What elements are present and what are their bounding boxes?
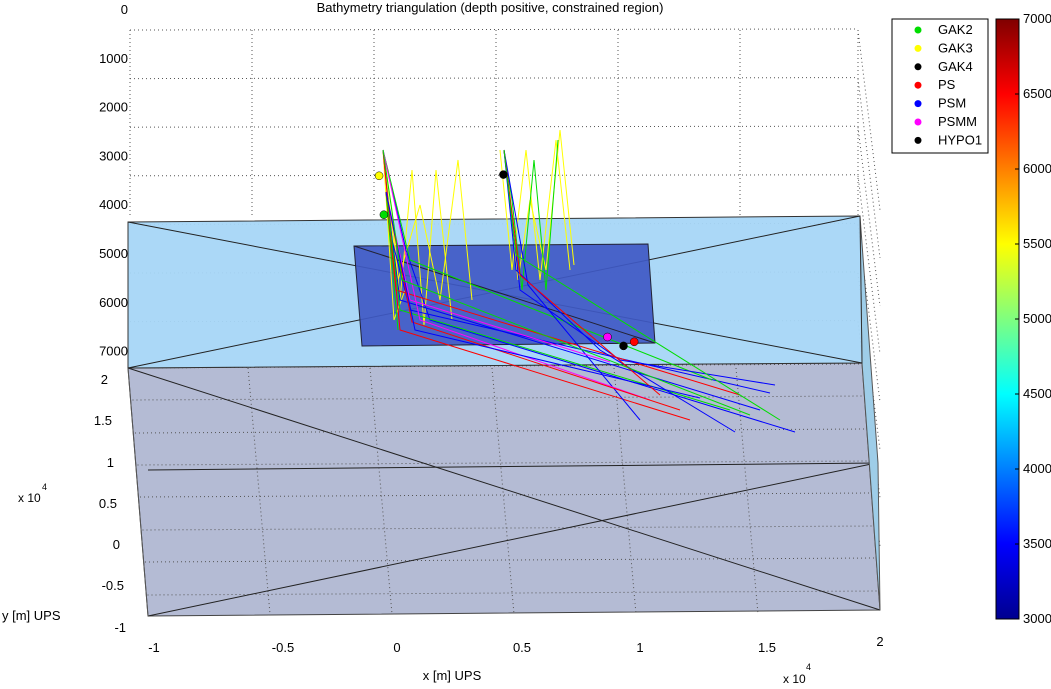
depth-tick-label: 7000 [99,344,128,359]
x-exponent-power: 4 [806,662,811,672]
colorbar-tick-label: 5000 [1023,311,1051,326]
x-tick-label: 0.5 [513,640,531,655]
depth-tick-label: 3000 [99,148,128,163]
x-exponent-label: x 10 [783,672,806,684]
station-marker-gak3 [374,171,384,181]
station-marker-gak4 [499,170,508,179]
depth-tick-labels: 0 1000 2000 3000 4000 5000 6000 7000 [99,2,128,359]
y-tick-label: 2 [101,372,108,387]
y-tick-label: 0.5 [99,496,117,511]
colorbar-ticks: 7000 6500 6000 5500 5000 4500 4000 3500 3000 [1015,11,1051,626]
y-tick-label: 1 [107,455,114,470]
legend-label: PSMM [938,114,977,129]
legend-label: GAK3 [938,40,973,55]
legend-marker [914,44,922,52]
y-tick-label: -1 [114,620,126,635]
depth-tick-label: 4000 [99,197,128,212]
colorbar-tick-label: 6000 [1023,161,1051,176]
y-tick-labels: 2 1.5 1 0.5 0 -0.5 -1 [94,372,126,635]
x-tick-labels: -1 -0.5 0 0.5 1 1.5 2 [148,634,883,655]
depth-tick-label: 6000 [99,295,128,310]
colorbar-tick-label: 3000 [1023,611,1051,626]
chart-figure: 0 1000 2000 3000 4000 5000 6000 7000 2 1.5 1 0.5 0-… [0,0,1051,686]
legend: GAK2 GAK3 GAK4 PS PSM PSMM HYPO1 [891,18,989,154]
legend-marker [914,63,922,71]
legend-label: HYPO1 [938,132,982,147]
legend-marker [914,118,922,126]
x-tick-label: 2 [876,634,883,649]
x-tick-label: 0 [393,640,400,655]
station-marker-ps [629,337,639,347]
y-exponent-power: 4 [42,482,47,492]
colorbar-tick-label: 5500 [1023,236,1051,251]
chart-title: Bathymetry triangulation (depth positive… [317,0,664,15]
x-tick-label: 1 [636,640,643,655]
legend-marker [914,136,922,144]
y-tick-label: -0.5 [102,578,124,593]
y-axis-label: y [m] UPS [2,608,61,623]
legend-label: PSM [938,96,966,111]
station-marker-gak2 [379,210,389,219]
depth-tick-label: 5000 [99,246,128,261]
depth-tick-label: 2000 [99,100,128,115]
grid-line-perspective [857,29,881,211]
x-axis-label: x [m] UPS [423,668,482,683]
legend-marker [914,26,922,34]
y-exponent-label: x 10 [18,491,41,505]
x-tick-label: -1 [148,640,160,655]
grid-line-depth [129,174,859,177]
colorbar-tick-label: 6500 [1023,86,1051,101]
colorbar-tick-label: 7000 [1023,11,1051,26]
x-tick-label: 1.5 [758,640,776,655]
legend-marker [914,81,922,89]
grid-line-depth [129,125,859,128]
colorbar-tick-label: 3500 [1023,536,1051,551]
colorbar-tick-label: 4500 [1023,386,1051,401]
y-tick-label: 1.5 [94,413,112,428]
colorbar: 7000 6500 6000 5500 5000 4500 4000 3500 3000 [995,11,1051,626]
grid-line-depth [129,28,859,31]
x-tick-label: -0.5 [272,640,294,655]
legend-label: PS [938,77,956,92]
depth-tick-label: 0 [121,2,128,17]
legend-marker [914,100,922,108]
depth-tick-label: 1000 [99,51,128,66]
legend-label: GAK2 [938,22,973,37]
chart-svg: 01000200030004000500060007000 21.510.50-… [2,0,1051,686]
legend-label: GAK4 [938,59,973,74]
station-marker-hypo1 [619,341,628,351]
y-tick-label: 0 [113,537,120,552]
colorbar-tick-label: 4000 [1023,461,1051,476]
grid-line-depth [129,77,859,80]
station-marker-psmm [603,332,612,342]
